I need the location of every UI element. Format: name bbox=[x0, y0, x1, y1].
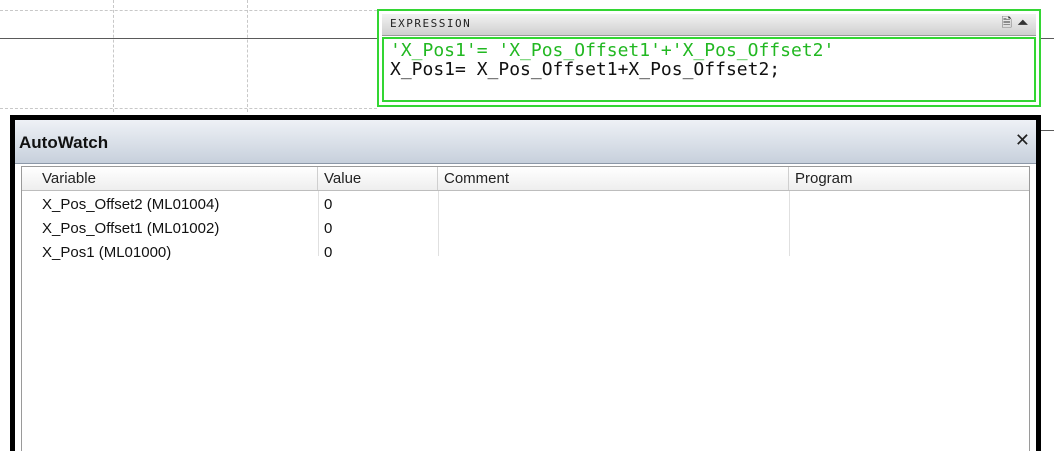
document-icon[interactable]: 🗎 bbox=[1002, 16, 1012, 32]
table-header: Variable Value Comment Program bbox=[22, 167, 1029, 191]
column-header-comment[interactable]: Comment bbox=[438, 167, 789, 190]
value-cell[interactable]: 0 bbox=[324, 241, 332, 265]
watch-table: Variable Value Comment Program X_Pos_Off… bbox=[21, 166, 1030, 451]
table-row[interactable]: X_Pos_Offset1 (ML01002) 0 bbox=[22, 217, 1029, 241]
grid-line bbox=[113, 0, 114, 112]
expression-editor[interactable]: 'X_Pos1'= 'X_Pos_Offset1'+'X_Pos_Offset2… bbox=[382, 37, 1036, 102]
autowatch-panel: AutoWatch ✕ Variable Value Comment Progr… bbox=[10, 115, 1041, 451]
expression-header: EXPRESSION 🗎 ⏶ bbox=[382, 14, 1036, 36]
column-header-variable[interactable]: Variable bbox=[22, 167, 318, 190]
column-header-program[interactable]: Program bbox=[789, 167, 1029, 190]
variable-cell: X_Pos_Offset2 (ML01004) bbox=[42, 196, 220, 213]
value-cell[interactable]: 0 bbox=[324, 217, 332, 241]
expression-code-line: X_Pos1= X_Pos_Offset1+X_Pos_Offset2; bbox=[390, 59, 781, 80]
ladder-rung-line bbox=[1041, 130, 1054, 131]
column-header-value[interactable]: Value bbox=[318, 167, 438, 190]
autowatch-title: AutoWatch bbox=[19, 133, 109, 152]
expression-comment-line: 'X_Pos1'= 'X_Pos_Offset1'+'X_Pos_Offset2… bbox=[390, 40, 835, 61]
variable-cell: X_Pos1 (ML01000) bbox=[42, 244, 172, 261]
table-row[interactable]: X_Pos_Offset2 (ML01004) 0 bbox=[22, 193, 1029, 217]
ladder-rung-line bbox=[0, 38, 377, 39]
grid-line bbox=[0, 108, 377, 109]
variable-cell: X_Pos_Offset1 (ML01002) bbox=[42, 220, 220, 237]
grid-line bbox=[0, 10, 377, 11]
pin-icon[interactable]: ⏶ bbox=[1018, 16, 1028, 32]
grid-line bbox=[247, 0, 248, 112]
table-row[interactable]: X_Pos1 (ML01000) 0 bbox=[22, 241, 1029, 265]
close-icon[interactable]: ✕ bbox=[1015, 132, 1030, 150]
ladder-rung-line bbox=[1041, 38, 1054, 39]
expression-block[interactable]: EXPRESSION 🗎 ⏶ 'X_Pos1'= 'X_Pos_Offset1'… bbox=[377, 9, 1041, 107]
ladder-editor: EXPRESSION 🗎 ⏶ 'X_Pos1'= 'X_Pos_Offset1'… bbox=[0, 0, 1054, 451]
autowatch-titlebar[interactable]: AutoWatch ✕ bbox=[15, 120, 1036, 164]
expression-title: EXPRESSION bbox=[390, 17, 472, 30]
value-cell[interactable]: 0 bbox=[324, 193, 332, 217]
